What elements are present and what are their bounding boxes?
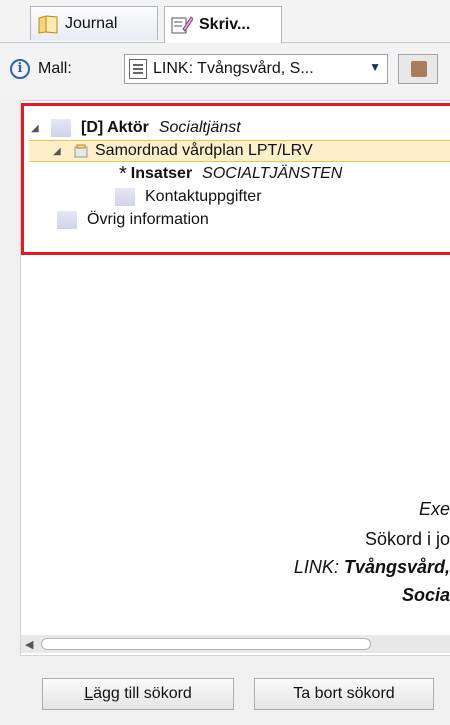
mall-selected-value: LINK: Tvångsvård, S... <box>153 60 314 77</box>
tree-item-kontakt[interactable]: Kontaktuppgifter <box>115 186 262 208</box>
stamp-icon <box>411 61 427 77</box>
mall-label: Mall: <box>38 60 72 77</box>
remove-keyword-label: Ta bort sökord <box>293 685 395 702</box>
scrollbar-thumb[interactable] <box>41 638 371 650</box>
stamp-button[interactable] <box>398 54 438 84</box>
write-icon <box>171 16 193 34</box>
tree-item-detail: Socialtjänst <box>158 119 241 136</box>
background-text-line1: Exe <box>418 499 450 519</box>
tree-item-label: Övrig information <box>87 211 209 228</box>
tree-item-label: [D] Aktör <box>81 119 149 136</box>
scroll-left-icon[interactable]: ◀ <box>25 638 33 651</box>
chevron-down-icon[interactable]: ▼ <box>369 60 381 74</box>
accesskey-letter: L <box>84 685 94 702</box>
node-icon <box>57 211 77 229</box>
background-text-line2: Sökord i jo <box>364 529 450 549</box>
tree-item-insatser[interactable]: * Insatser SOCIALTJÄNSTEN <box>119 163 342 185</box>
tree-item-label: Insatser <box>130 165 193 182</box>
tab-strip: Journal Skriv... <box>0 0 450 43</box>
collapse-icon[interactable]: ◢ <box>31 123 41 134</box>
remove-keyword-button[interactable]: Ta bort sökord <box>254 678 434 710</box>
folder-icon <box>74 144 88 158</box>
tab-journal-label: Journal <box>65 14 118 32</box>
tree-item-ovrig[interactable]: Övrig information <box>57 209 209 231</box>
info-icon[interactable]: i <box>10 59 30 79</box>
tree-item-aktor[interactable]: ◢ [D] Aktör Socialtjänst <box>31 117 241 139</box>
horizontal-scrollbar[interactable]: ◀ <box>21 635 450 653</box>
tree-item-detail: SOCIALTJÄNSTEN <box>202 165 343 182</box>
tab-journal[interactable]: Journal <box>30 6 158 40</box>
background-text-prefix: LINK: <box>293 557 344 577</box>
template-toolbar: i Mall: LINK: Tvångsvård, S... ▼ <box>0 44 450 96</box>
tree-item-label: Samordnad vårdplan LPT/LRV <box>95 142 313 159</box>
tree-item-label: Kontaktuppgifter <box>145 188 262 205</box>
node-icon <box>115 188 135 206</box>
add-keyword-button[interactable]: Lägg till sökord <box>42 678 234 710</box>
mall-dropdown[interactable]: LINK: Tvångsvård, S... ▼ <box>124 54 388 84</box>
collapse-icon[interactable]: ◢ <box>53 146 63 157</box>
background-text-line3: LINK: Tvångsvård, <box>294 557 450 578</box>
node-icon <box>51 119 71 137</box>
keyword-tree-panel: ◢ [D] Aktör Socialtjänst ◢ Samordnad vår… <box>20 100 450 656</box>
add-keyword-label: ägg till sökord <box>93 685 192 702</box>
tab-skriv[interactable]: Skriv... <box>164 6 282 43</box>
background-text-line4: Socia <box>401 585 450 605</box>
document-icon <box>129 59 147 79</box>
required-marker: * <box>119 163 127 185</box>
tab-skriv-label: Skriv... <box>199 16 251 33</box>
tree-item-vardplan[interactable]: ◢ Samordnad vårdplan LPT/LRV <box>29 140 450 162</box>
background-text-bold: Tvångsvård, <box>343 557 450 577</box>
journal-icon <box>38 14 58 34</box>
